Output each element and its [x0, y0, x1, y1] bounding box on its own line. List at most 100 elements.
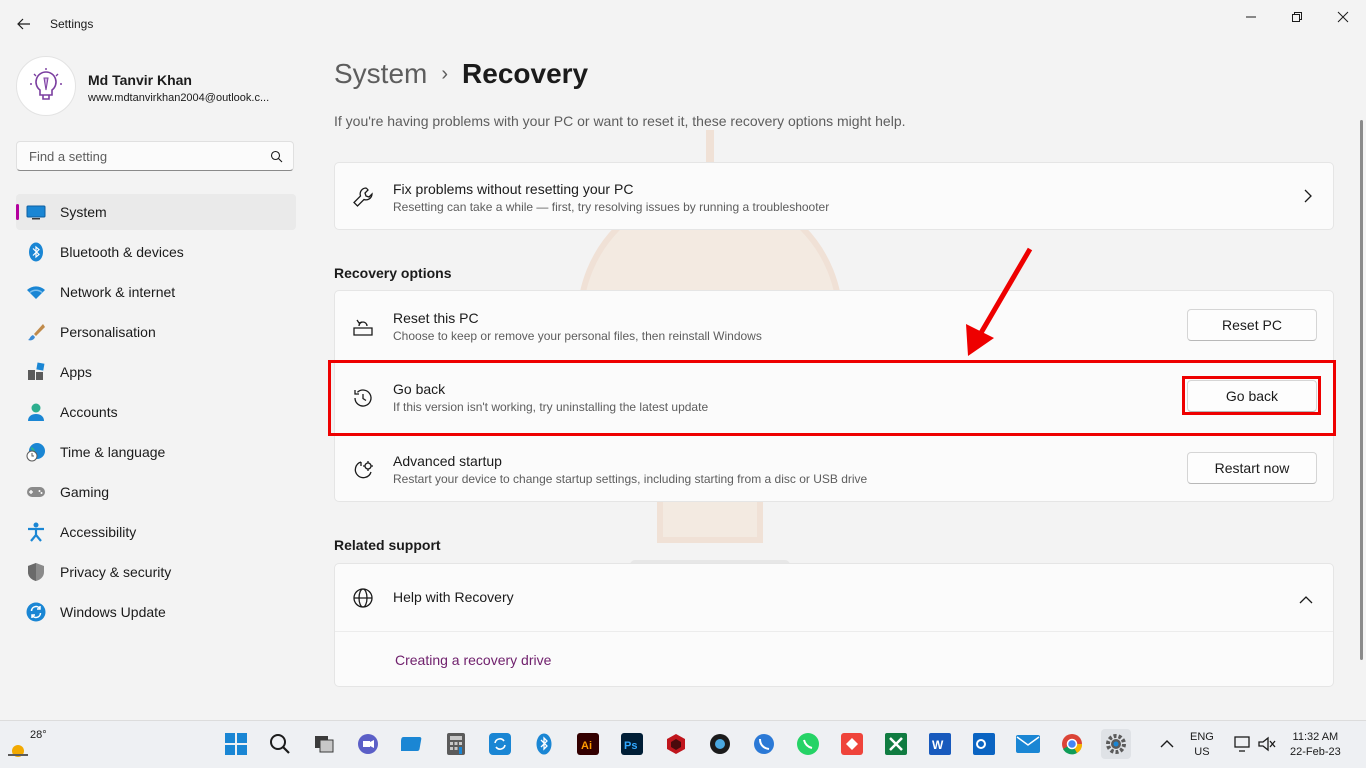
creating-recovery-drive-link[interactable]: Creating a recovery drive [395, 652, 551, 668]
arrow-left-icon [17, 18, 30, 30]
reset-pc-subtitle: Choose to keep or remove your personal f… [393, 329, 762, 343]
sidebar-item-accounts[interactable]: Accounts [16, 394, 296, 430]
reset-pc-row: Reset this PC Choose to keep or remove y… [335, 291, 1333, 361]
reset-pc-button[interactable]: Reset PC [1187, 309, 1317, 341]
sidebar-nav: System Bluetooth & devices Network & int… [16, 194, 296, 634]
recovery-options-heading: Recovery options [334, 265, 452, 281]
page-description: If you're having problems with your PC o… [334, 113, 906, 129]
sync-icon [489, 733, 511, 755]
update-icon [26, 602, 46, 622]
sync-app-button[interactable] [485, 729, 515, 759]
advanced-startup-icon [351, 458, 375, 482]
apps-icon [26, 362, 46, 382]
scrollbar[interactable] [1360, 120, 1363, 660]
search-icon [270, 734, 290, 754]
related-support-heading: Related support [334, 537, 441, 553]
sidebar-item-windows-update[interactable]: Windows Update [16, 594, 296, 630]
sidebar-item-accessibility[interactable]: Accessibility [16, 514, 296, 550]
red-arrow-annotation [966, 247, 1033, 356]
mail-icon [1016, 735, 1040, 753]
close-icon [1337, 11, 1349, 23]
volume-tray-button[interactable] [1252, 729, 1282, 759]
app-icon [401, 737, 422, 751]
clock-time: 11:32 AM [1292, 731, 1339, 743]
sidebar-item-bluetooth[interactable]: Bluetooth & devices [16, 234, 296, 270]
outlook-button[interactable] [969, 729, 999, 759]
chevron-right-icon [1303, 189, 1313, 208]
search-icon[interactable] [270, 150, 283, 168]
sidebar-item-label: Gaming [60, 484, 110, 500]
teams-chat-button[interactable] [353, 729, 383, 759]
sidebar-item-label: Accounts [60, 404, 118, 420]
wifi-icon [26, 282, 46, 302]
sidebar-item-system[interactable]: System [16, 194, 296, 230]
mail-button[interactable] [1013, 729, 1043, 759]
red-app-button[interactable] [661, 729, 691, 759]
divider [335, 631, 1333, 632]
search-input[interactable] [27, 148, 261, 165]
anydesk-button[interactable] [837, 729, 867, 759]
language-code: ENG [1190, 731, 1214, 743]
excel-button[interactable] [881, 729, 911, 759]
show-hidden-icons-button[interactable] [1152, 729, 1182, 759]
fix-problems-subtitle: Resetting can take a while — first, try … [393, 200, 830, 214]
sidebar-item-apps[interactable]: Apps [16, 354, 296, 390]
sidebar-item-label: Bluetooth & devices [60, 244, 184, 260]
task-view-icon [315, 736, 334, 753]
sidebar-item-privacy[interactable]: Privacy & security [16, 554, 296, 590]
reset-pc-icon [351, 315, 375, 339]
sun-icon [8, 745, 28, 757]
language-indicator[interactable]: ENG US [1190, 730, 1214, 760]
start-button[interactable] [221, 729, 251, 759]
advanced-startup-title: Advanced startup [393, 453, 502, 469]
back-button[interactable] [12, 12, 36, 36]
app-icon[interactable] [397, 729, 427, 759]
hexagon-app-icon [667, 734, 685, 754]
taskbar: 28° Ai Ps W ENG US 11:32 AM 22-Feb-23 [0, 720, 1366, 768]
sidebar-item-label: Time & language [60, 444, 166, 460]
calculator-button[interactable] [441, 729, 471, 759]
page-title: Recovery [462, 58, 589, 89]
breadcrumb-parent[interactable]: System [334, 58, 427, 89]
word-button[interactable]: W [925, 729, 955, 759]
camera-app-button[interactable] [705, 729, 735, 759]
sidebar-item-time-language[interactable]: Time & language [16, 434, 296, 470]
help-with-recovery-title: Help with Recovery [393, 589, 514, 605]
user-email: www.mdtanvirkhan2004@outlook.c... [88, 92, 270, 104]
sidebar-item-label: Apps [60, 364, 92, 380]
advanced-startup-subtitle: Restart your device to change startup se… [393, 472, 868, 486]
photoshop-button[interactable]: Ps [617, 729, 647, 759]
taskbar-search[interactable] [265, 729, 295, 759]
settings-taskbar-button[interactable] [1101, 729, 1131, 759]
whatsapp-button[interactable] [793, 729, 823, 759]
task-view-button[interactable] [309, 729, 339, 759]
chrome-button[interactable] [1057, 729, 1087, 759]
weather-widget[interactable]: 28° [8, 729, 48, 761]
chevron-up-icon[interactable] [1299, 592, 1313, 610]
accessibility-icon [26, 522, 46, 542]
sidebar-item-label: Personalisation [60, 324, 156, 340]
photoshop-icon: Ps [621, 733, 643, 755]
sidebar-item-network[interactable]: Network & internet [16, 274, 296, 310]
svg-text:Ps: Ps [624, 740, 637, 752]
sidebar-item-gaming[interactable]: Gaming [16, 474, 296, 510]
weather-temp: 28° [30, 729, 47, 741]
search-box[interactable] [16, 141, 294, 171]
app-title: Settings [50, 17, 94, 31]
illustrator-button[interactable]: Ai [573, 729, 603, 759]
brush-icon [26, 322, 46, 342]
fix-problems-card[interactable]: Fix problems without resetting your PC R… [334, 162, 1334, 230]
clock[interactable]: 11:32 AM 22-Feb-23 [1290, 730, 1341, 760]
phone-app-button[interactable] [749, 729, 779, 759]
fix-problems-title: Fix problems without resetting your PC [393, 181, 634, 197]
volume-muted-icon [1258, 736, 1276, 752]
gamepad-icon [26, 482, 46, 502]
svg-text:W: W [932, 738, 944, 752]
user-profile[interactable]: Md Tanvir Khan www.mdtanvirkhan2004@outl… [16, 56, 306, 120]
sidebar-item-label: Privacy & security [60, 564, 172, 580]
bluetooth-tray-button[interactable] [529, 729, 559, 759]
word-icon: W [929, 733, 951, 755]
sidebar-item-personalisation[interactable]: Personalisation [16, 314, 296, 350]
restart-now-button[interactable]: Restart now [1187, 452, 1317, 484]
help-with-recovery-row[interactable]: Help with Recovery [335, 564, 1333, 631]
